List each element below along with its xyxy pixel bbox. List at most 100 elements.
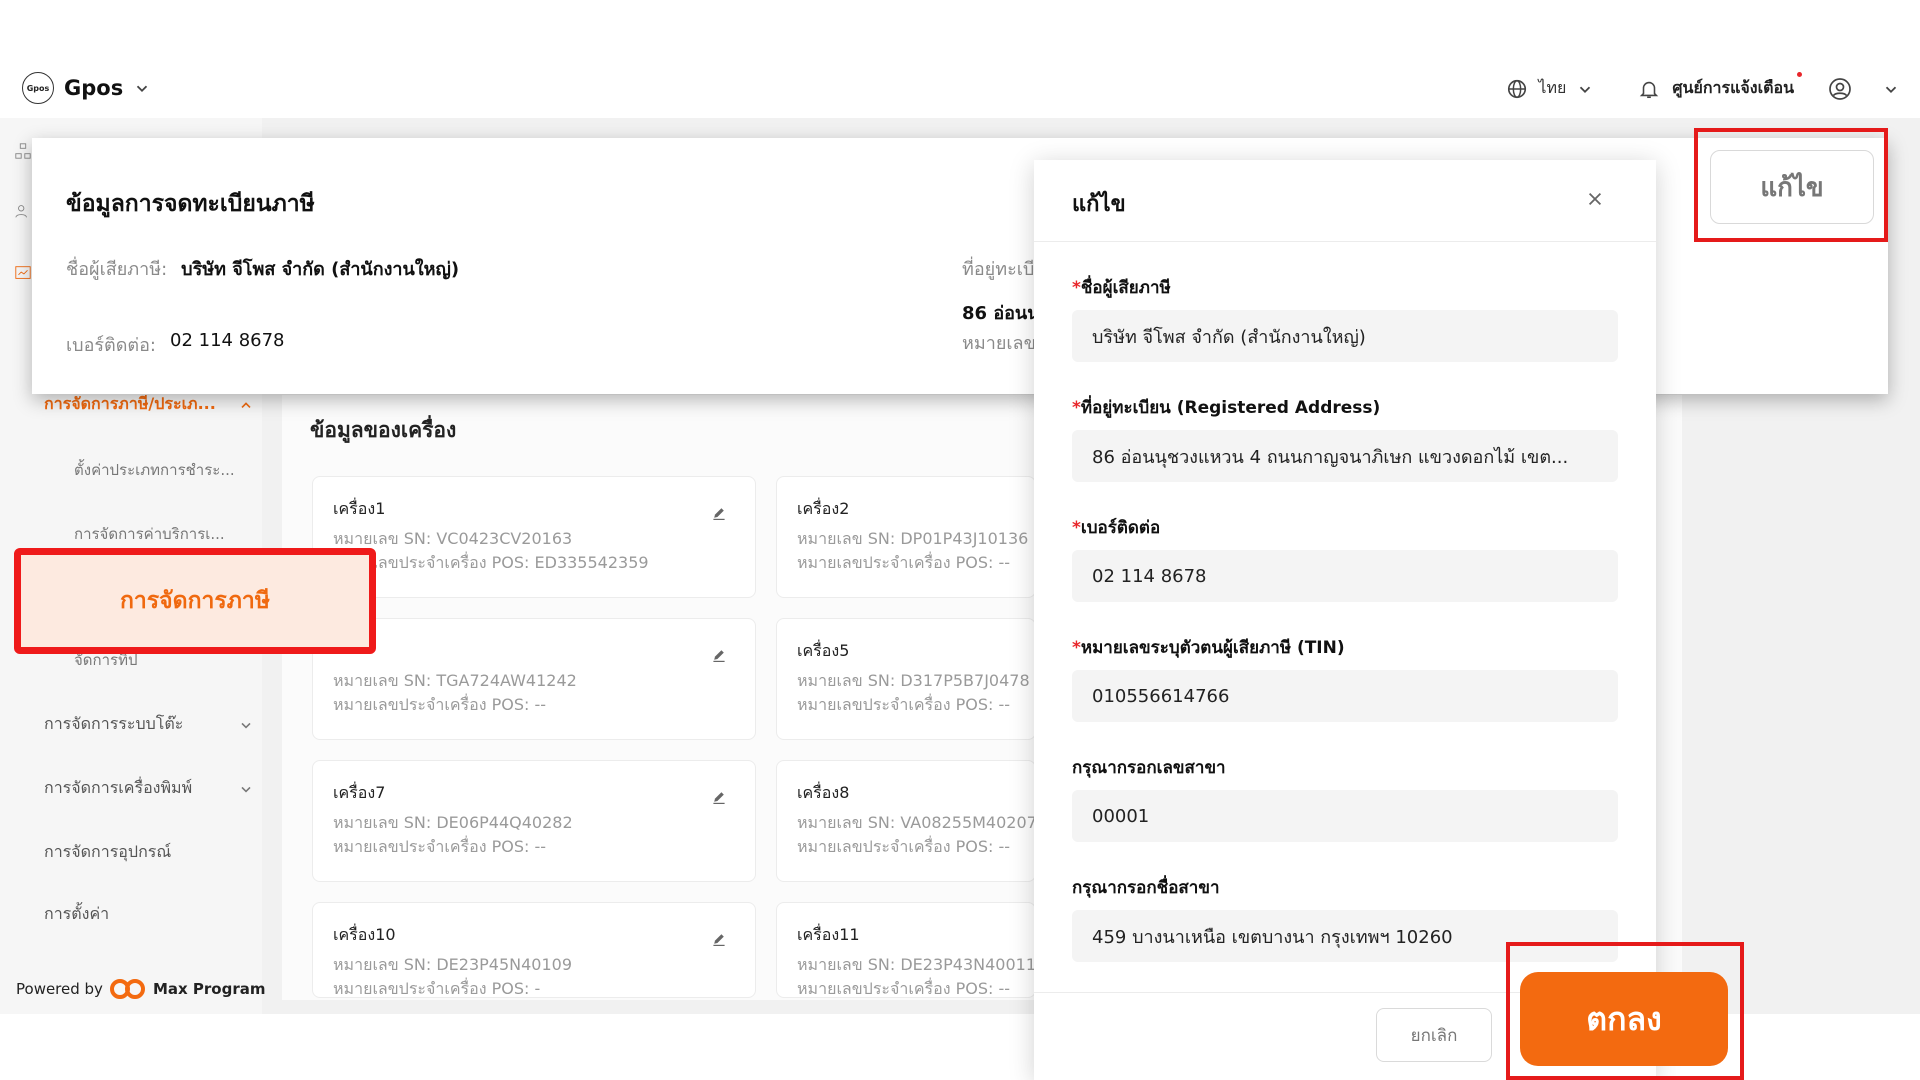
device-section-title: ข้อมูลของเครื่อง: [310, 418, 457, 442]
registration-title: ข้อมูลการจดทะเบียนภาษี: [66, 191, 315, 217]
chevron-down-icon: [241, 786, 251, 793]
phone-field-label: *เบอร์ติดต่อ: [1072, 518, 1161, 538]
sidebar-item-payment-types[interactable]: ตั้งค่าประเภทการชำระ...: [74, 458, 254, 482]
device-name: เครื่อง2: [797, 499, 850, 518]
brand-switcher[interactable]: Gpos Gpos: [22, 72, 151, 104]
sidebar-item-service-charge[interactable]: การจัดการค่าบริการเ...: [74, 522, 254, 546]
phone-value: 02 114 8678: [170, 330, 285, 351]
close-icon[interactable]: [1586, 190, 1604, 208]
device-card[interactable]: เครื่อง8 หมายเลข SN: VA08255M40207 หมายเ…: [776, 760, 1037, 882]
device-sn: หมายเลข SN: VA08255M40207: [797, 813, 1037, 832]
tin-label: หมายเลข: [962, 333, 1036, 354]
device-card[interactable]: เครื่อง1 หมายเลข SN: VC0423CV20163 หมายเ…: [312, 476, 756, 598]
branch-number-input[interactable]: 00001: [1072, 790, 1618, 842]
powered-by-brand: Max Program: [152, 980, 266, 998]
phone-label: เบอร์ติดต่อ:: [66, 335, 156, 356]
user-icon: [1829, 77, 1851, 100]
taxpayer-row: ชื่อผู้เสียภาษี: บริษัท จีโพส จำกัด (สำน…: [66, 254, 459, 283]
device-name: เครื่อง5: [797, 641, 850, 660]
chevron-down-icon[interactable]: [133, 79, 151, 97]
sidebar-group-label: การตั้งค่า: [44, 904, 110, 923]
powered-by-label: Powered by: [16, 980, 103, 998]
sidebar-group-label: การจัดการเครื่องพิมพ์: [44, 778, 193, 797]
device-name: เครื่อง8: [797, 783, 850, 802]
pencil-icon[interactable]: [711, 931, 727, 947]
top-navigation-bar: Gpos Gpos ไทย ศูนย์การแจ้งเตือน: [0, 62, 1920, 118]
device-card[interactable]: เครื่อง5 หมายเลข SN: D317P5B7J0478 หมายเ…: [776, 618, 1036, 740]
tin-input[interactable]: 010556614766: [1072, 670, 1618, 722]
sidebar-group-tables[interactable]: การจัดการระบบโต๊ะ: [44, 712, 254, 737]
phone-input[interactable]: 02 114 8678: [1072, 550, 1618, 602]
device-sn: หมายเลข SN: DE23P43N40011: [797, 955, 1037, 974]
user-menu[interactable]: [1828, 77, 1900, 101]
taxpayer-field-label: *ชื่อผู้เสียภาษี: [1072, 278, 1171, 298]
taxpayer-label: ชื่อผู้เสียภาษี:: [66, 259, 168, 280]
branch-number-label: กรุณากรอกเลขสาขา: [1072, 758, 1226, 778]
device-pos: หมายเลขประจำเครื่อง POS: --: [797, 553, 1011, 572]
highlight-box: [1506, 942, 1744, 1080]
org-icon[interactable]: [14, 142, 32, 160]
device-pos: หมายเลขประจำเครื่อง POS: --: [797, 695, 1011, 714]
device-name: เครื่อง10: [333, 925, 396, 944]
device-sn: หมายเลข SN: DP01P43J10136: [797, 529, 1029, 548]
notification-dot: [1797, 72, 1802, 77]
device-card[interactable]: เครื่อง2 หมายเลข SN: DP01P43J10136 หมายเ…: [776, 476, 1036, 598]
sidebar-group-printers[interactable]: การจัดการเครื่องพิมพ์: [44, 776, 254, 801]
users-icon[interactable]: [14, 202, 32, 220]
branch-name-label: กรุณากรอกชื่อสาขา: [1072, 878, 1220, 898]
device-sn: หมายเลข SN: D317P5B7J0478: [797, 671, 1030, 690]
address-label: ที่อยู่ทะเบี: [962, 259, 1035, 280]
taxpayer-value: บริษัท จีโพส จำกัด (สำนักงานใหญ่): [181, 259, 460, 280]
address-field-label: *ที่อยู่ทะเบียน (Registered Address): [1072, 398, 1381, 418]
language-label: ไทย: [1538, 78, 1567, 97]
device-name: เครื่อง1: [333, 499, 386, 518]
notification-center-label: ศูนย์การแจ้งเตือน: [1672, 78, 1794, 97]
notification-center-button[interactable]: ศูนย์การแจ้งเตือน: [1638, 72, 1802, 101]
device-card[interactable]: เครื่อง11 หมายเลข SN: DE23P43N40011 หมาย…: [776, 902, 1036, 998]
brand-logo: Gpos: [22, 72, 54, 104]
sidebar-group-devices[interactable]: การจัดการอุปกรณ์: [44, 840, 254, 865]
powered-by: Powered by Max Program: [16, 978, 265, 1000]
sidebar-item-tax-management[interactable]: การจัดการภาษี: [14, 548, 376, 654]
device-sn: หมายเลข SN: DE06P44Q40282: [333, 813, 573, 832]
max-program-logo-icon: [109, 979, 145, 999]
pencil-icon[interactable]: [711, 789, 727, 805]
device-name: เครื่อง7: [333, 783, 386, 802]
phone-row: เบอร์ติดต่อ: 02 114 8678: [66, 330, 285, 359]
cancel-button[interactable]: ยกเลิก: [1376, 1008, 1492, 1062]
pencil-icon[interactable]: [711, 647, 727, 663]
address-value: 86 อ่อนนุ: [962, 303, 1040, 324]
highlight-box: [1694, 128, 1888, 242]
modal-header: แก้ไข: [1034, 160, 1656, 242]
device-pos: หมายเลขประจำเครื่อง POS: --: [797, 979, 1011, 998]
pencil-icon[interactable]: [711, 505, 727, 521]
sidebar-group-settings[interactable]: การตั้งค่า: [44, 902, 254, 927]
sidebar-group-label: การจัดการอุปกรณ์: [44, 842, 172, 861]
device-pos: หมายเลขประจำเครื่อง POS: --: [797, 837, 1011, 856]
taxpayer-name-input[interactable]: บริษัท จีโพส จำกัด (สำนักงานใหญ่): [1072, 310, 1618, 362]
device-sn: หมายเลข SN: TGA724AW41242: [333, 671, 577, 690]
sidebar-group-label: การจัดการภาษี/ประเภ...: [44, 394, 216, 413]
device-name: เครื่อง11: [797, 925, 860, 944]
bell-icon: [1640, 81, 1659, 98]
device-pos: หมายเลขประจำเครื่อง POS: ED335542359: [333, 553, 649, 572]
language-selector[interactable]: ไทย: [1506, 76, 1594, 101]
chevron-up-icon: [241, 401, 251, 408]
device-pos: หมายเลขประจำเครื่อง POS: -: [333, 979, 541, 998]
device-pos: หมายเลขประจำเครื่อง POS: --: [333, 837, 547, 856]
address-input[interactable]: 86 อ่อนนุชวงแหวน 4 ถนนกาญจนาภิเษก แขวงดอ…: [1072, 430, 1618, 482]
device-card[interactable]: เครื่อง7 หมายเลข SN: DE06P44Q40282 หมายเ…: [312, 760, 756, 882]
device-sn: หมายเลข SN: DE23P45N40109: [333, 955, 573, 974]
chevron-down-icon: [1580, 86, 1591, 93]
sidebar-group-label: การจัดการระบบโต๊ะ: [44, 714, 184, 733]
report-icon[interactable]: [14, 264, 32, 282]
tin-field-label: *หมายเลขระบุตัวตนผู้เสียภาษี (TIN): [1072, 638, 1345, 658]
modal-title: แก้ไข: [1072, 192, 1126, 217]
globe-icon: [1508, 79, 1527, 98]
device-card[interactable]: เครื่อง10 หมายเลข SN: DE23P45N40109 หมาย…: [312, 902, 756, 998]
device-card[interactable]: หมายเลข SN: TGA724AW41242 หมายเลขประจำเค…: [312, 618, 756, 740]
chevron-down-icon: [1885, 86, 1897, 93]
sidebar-group-tax[interactable]: การจัดการภาษี/ประเภ...: [44, 392, 254, 417]
device-pos: หมายเลขประจำเครื่อง POS: --: [333, 695, 547, 714]
brand-name: Gpos: [64, 76, 124, 100]
